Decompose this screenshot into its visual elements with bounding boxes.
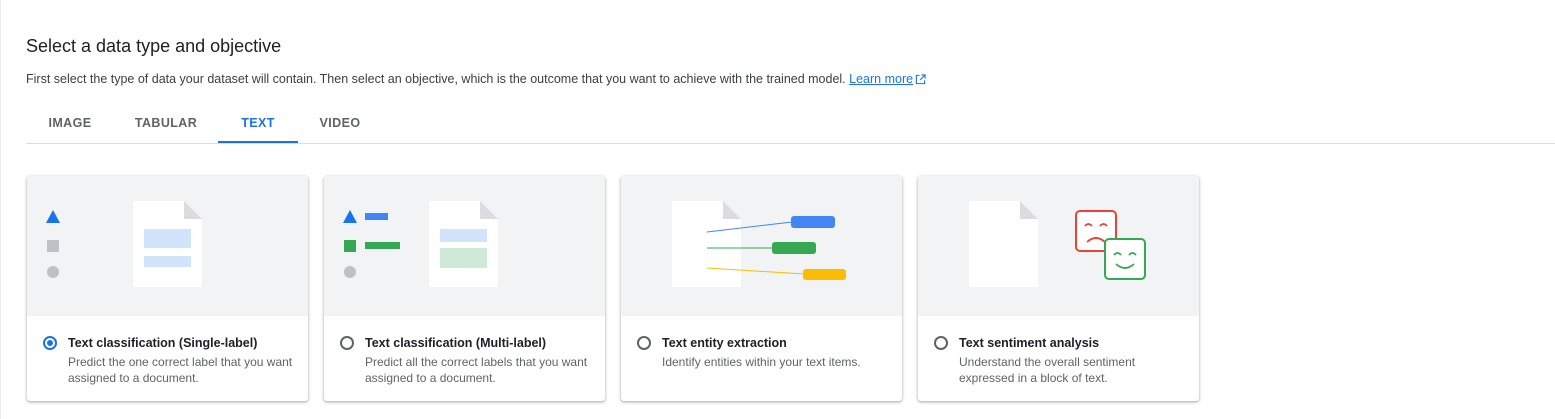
entity-extraction-illustration <box>621 176 902 316</box>
document-icon <box>969 201 1038 287</box>
radio-button[interactable] <box>637 336 651 350</box>
single-label-illustration <box>27 176 308 316</box>
page-title: Select a data type and objective <box>26 36 282 56</box>
external-link-icon <box>915 74 926 85</box>
objective-title: Text classification (Single-label) <box>68 336 258 350</box>
multi-label-illustration <box>324 176 605 316</box>
blue-label-bar <box>365 213 388 220</box>
square-icon <box>344 240 356 252</box>
objective-description: Identify entities within your text items… <box>662 355 861 369</box>
radio-button[interactable] <box>934 336 948 350</box>
tab-label: TEXT <box>241 116 275 130</box>
learn-more-link[interactable]: Learn more <box>849 72 926 86</box>
entity-tag-green <box>772 242 816 254</box>
square-icon <box>47 240 59 252</box>
radio-button[interactable] <box>340 336 354 350</box>
page-edge-divider <box>0 0 1 419</box>
tab-label: TABULAR <box>134 116 198 130</box>
tab-label: IMAGE <box>48 116 92 130</box>
tab-label: VIDEO <box>319 116 361 130</box>
tab-text[interactable]: TEXT <box>218 104 298 143</box>
document-icon <box>672 201 741 287</box>
objective-description: Predict all the correct labels that you … <box>365 355 588 385</box>
circle-icon <box>47 266 59 278</box>
data-type-tabs: IMAGE TABULAR TEXT VIDEO <box>26 104 1555 144</box>
objective-card-single-label[interactable]: Text classification (Single-label) Predi… <box>27 176 308 401</box>
objective-description: Predict the one correct label that you w… <box>68 355 293 385</box>
objective-card-entity-extraction[interactable]: Text entity extraction Identify entities… <box>621 176 902 401</box>
tab-video[interactable]: VIDEO <box>298 104 382 142</box>
sentiment-illustration <box>918 176 1199 316</box>
entity-tag-yellow <box>803 269 846 280</box>
objective-card-multi-label[interactable]: Text classification (Multi-label) Predic… <box>324 176 605 401</box>
triangle-icon <box>343 210 357 223</box>
page-description: First select the type of data your datas… <box>26 72 926 86</box>
objective-title: Text entity extraction <box>662 336 787 350</box>
triangle-icon <box>46 210 60 223</box>
objective-card-sentiment-analysis[interactable]: Text sentiment analysis Understand the o… <box>918 176 1199 401</box>
objective-title: Text sentiment analysis <box>959 336 1100 350</box>
green-label-bar <box>365 242 400 249</box>
entity-tag-blue <box>791 216 835 228</box>
description-text: First select the type of data your datas… <box>26 72 846 86</box>
learn-more-label: Learn more <box>849 72 914 86</box>
document-icon <box>133 201 202 287</box>
tab-image[interactable]: IMAGE <box>26 104 114 142</box>
document-icon <box>429 201 498 287</box>
tab-tabular[interactable]: TABULAR <box>114 104 218 142</box>
circle-icon <box>344 266 356 278</box>
objective-title: Text classification (Multi-label) <box>365 336 547 350</box>
objective-description: Understand the overall sentiment express… <box>959 355 1136 385</box>
happy-face-icon <box>1104 238 1146 280</box>
radio-button-selected[interactable] <box>43 336 57 350</box>
